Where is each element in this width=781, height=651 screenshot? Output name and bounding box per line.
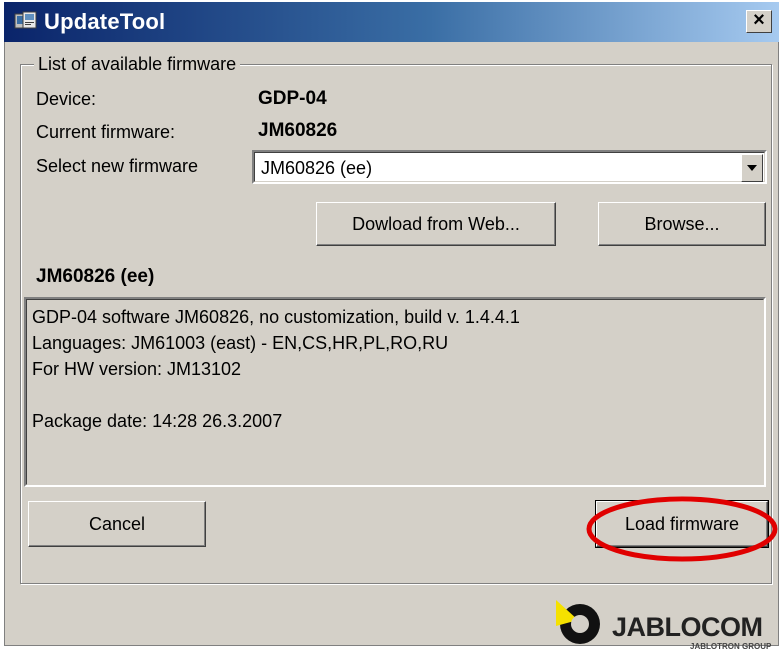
browse-button-label: Browse... xyxy=(644,213,720,234)
logo-subtitle: JABLOTRON GROUP xyxy=(690,642,772,651)
logo-wordmark: JABLOCOM xyxy=(612,612,763,642)
browse-button[interactable]: Browse... xyxy=(598,202,766,246)
load-firmware-button[interactable]: Load firmware xyxy=(595,500,769,548)
close-button[interactable]: × xyxy=(746,10,772,33)
device-label: Device: xyxy=(36,89,97,109)
current-firmware-value: JM60826 xyxy=(258,120,338,141)
device-value: GDP-04 xyxy=(258,88,327,109)
close-icon: × xyxy=(753,9,765,31)
dropdown-arrow-button[interactable] xyxy=(741,154,763,182)
firmware-select[interactable]: JM60826 (ee) xyxy=(252,150,767,184)
firmware-description-text: GDP-04 software JM60826, no customizatio… xyxy=(26,299,764,485)
download-button-label: Dowload from Web... xyxy=(352,213,520,234)
group-legend: List of available firmware xyxy=(34,54,241,75)
select-firmware-label: Select new firmware xyxy=(36,156,199,176)
firmware-description[interactable]: GDP-04 software JM60826, no customizatio… xyxy=(24,297,766,487)
current-firmware-label: Current firmware: xyxy=(36,122,176,142)
chevron-down-icon xyxy=(747,165,757,171)
firmware-select-field: JM60826 (ee) xyxy=(254,152,765,182)
load-firmware-button-label: Load firmware xyxy=(624,513,740,534)
download-from-web-button[interactable]: Dowload from Web... xyxy=(316,202,556,246)
firmware-select-value: JM60826 (ee) xyxy=(261,158,373,178)
selected-firmware-heading: JM60826 (ee) xyxy=(36,266,155,287)
window-title: UpdateTool xyxy=(44,9,166,34)
cancel-button[interactable]: Cancel xyxy=(28,501,206,547)
title-bar[interactable]: UpdateTool xyxy=(4,2,779,42)
app-icon xyxy=(14,11,37,29)
cancel-button-label: Cancel xyxy=(88,513,146,534)
